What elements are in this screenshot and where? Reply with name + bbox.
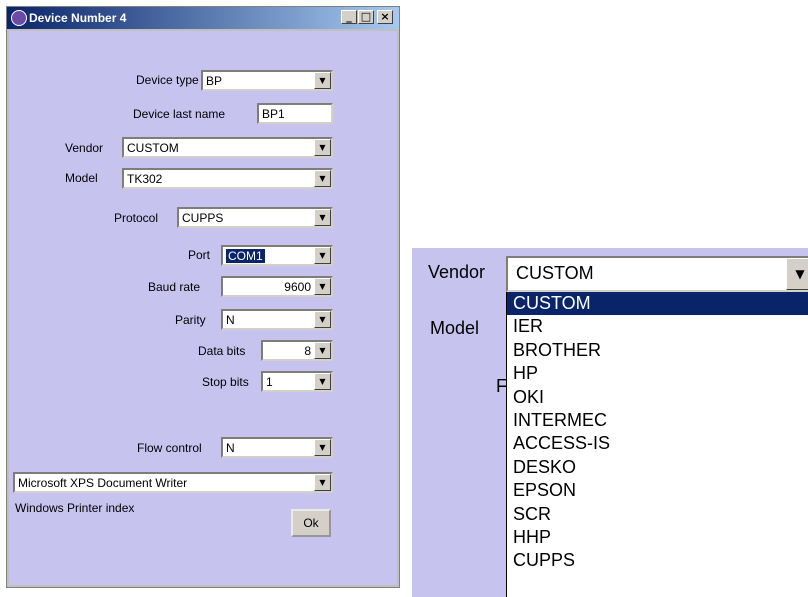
baud-rate-label: Baud rate	[148, 280, 201, 294]
vendor-option[interactable]: INTERMEC	[507, 409, 808, 432]
chevron-down-icon[interactable]: ▼	[786, 258, 808, 290]
chevron-down-icon[interactable]: ▼	[314, 139, 331, 156]
device-type-value: BP	[206, 74, 223, 88]
vendor-dropdown-list: CUSTOM IER BROTHER HP OKI INTERMEC ACCES…	[506, 292, 808, 597]
vendor-option[interactable]: ACCESS-IS	[507, 432, 808, 455]
vendor-dropdown-zoom: Vendor Model F CUSTOM ▼ CUSTOM IER BROTH…	[412, 248, 808, 597]
device-last-name-input[interactable]: BP1	[257, 103, 333, 124]
chevron-down-icon[interactable]: ▼	[314, 311, 331, 328]
chevron-down-icon[interactable]: ▼	[314, 170, 331, 187]
vendor-option[interactable]: HHP	[507, 526, 808, 549]
chevron-down-icon[interactable]: ▼	[314, 373, 331, 390]
vendor-option[interactable]: EPSON	[507, 479, 808, 502]
device-last-name-label: Device last name	[133, 107, 226, 121]
chevron-down-icon[interactable]: ▼	[314, 439, 331, 456]
data-bits-value: 8	[304, 344, 311, 358]
chevron-down-icon[interactable]: ▼	[314, 209, 331, 226]
data-bits-label: Data bits	[198, 344, 246, 358]
flow-control-label: Flow control	[137, 441, 202, 455]
printer-combo[interactable]: Microsoft XPS Document Writer ▼	[13, 472, 333, 493]
dialog-client: Device type BP ▼ Device last name BP1 Ve…	[9, 31, 397, 585]
parity-value: N	[226, 313, 235, 327]
chevron-down-icon[interactable]: ▼	[314, 278, 331, 295]
model-value: TK302	[127, 172, 163, 186]
port-combo[interactable]: COM1 ▼	[221, 245, 333, 266]
vendor-value: CUSTOM	[127, 141, 179, 155]
chevron-down-icon[interactable]: ▼	[314, 474, 331, 491]
minimize-button[interactable]: _	[341, 10, 357, 24]
close-button[interactable]: ×	[377, 10, 393, 24]
device-dialog: Device Number 4 _ □ × Device type BP ▼ D…	[6, 6, 400, 588]
vendor-option[interactable]: DESKO	[507, 456, 808, 479]
zoom-vendor-label: Vendor	[428, 262, 486, 282]
vendor-label: Vendor	[65, 141, 104, 155]
vendor-option[interactable]: OKI	[507, 386, 808, 409]
window-title: Device Number 4	[29, 11, 127, 25]
vendor-option[interactable]: SCR	[507, 503, 808, 526]
app-icon	[11, 10, 27, 26]
zoom-vendor-value: CUSTOM	[516, 263, 594, 283]
device-last-name-value: BP1	[262, 107, 285, 121]
chevron-down-icon[interactable]: ▼	[314, 247, 331, 264]
baud-rate-value: 9600	[284, 280, 311, 294]
zoom-model-label: Model	[430, 318, 480, 338]
printer-value: Microsoft XPS Document Writer	[18, 476, 188, 490]
protocol-value: CUPPS	[182, 211, 224, 225]
vendor-option[interactable]: CUSTOM	[507, 292, 808, 316]
chevron-down-icon[interactable]: ▼	[314, 72, 331, 89]
device-type-label: Device type	[136, 73, 199, 87]
parity-combo[interactable]: N ▼	[221, 309, 333, 330]
ok-button[interactable]: Ok	[291, 509, 331, 537]
vendor-option[interactable]: BROTHER	[507, 339, 808, 362]
data-bits-combo[interactable]: 8 ▼	[261, 340, 333, 361]
zoom-vendor-combo[interactable]: CUSTOM ▼	[506, 256, 808, 292]
vendor-option[interactable]: HP	[507, 362, 808, 385]
vendor-combo[interactable]: CUSTOM ▼	[122, 137, 333, 158]
vendor-option[interactable]: IER	[507, 315, 808, 338]
stop-bits-value: 1	[266, 375, 273, 389]
baud-rate-combo[interactable]: 9600 ▼	[221, 276, 333, 297]
maximize-button[interactable]: □	[358, 10, 374, 24]
title-bar[interactable]: Device Number 4 _ □ ×	[7, 7, 399, 29]
protocol-label: Protocol	[114, 211, 159, 225]
model-combo[interactable]: TK302 ▼	[122, 168, 333, 189]
chevron-down-icon[interactable]: ▼	[314, 342, 331, 359]
flow-control-value: N	[226, 441, 235, 455]
vendor-option[interactable]: CUPPS	[507, 549, 808, 572]
device-type-combo[interactable]: BP ▼	[201, 70, 333, 91]
parity-label: Parity	[175, 313, 206, 327]
windows-printer-index-label: Windows Printer index	[15, 501, 135, 515]
protocol-combo[interactable]: CUPPS ▼	[177, 207, 333, 228]
flow-control-combo[interactable]: N ▼	[221, 437, 333, 458]
port-label: Port	[188, 248, 211, 262]
stop-bits-label: Stop bits	[202, 375, 249, 389]
model-label: Model	[65, 171, 98, 185]
port-value: COM1	[226, 249, 265, 263]
stop-bits-combo[interactable]: 1 ▼	[261, 371, 333, 392]
